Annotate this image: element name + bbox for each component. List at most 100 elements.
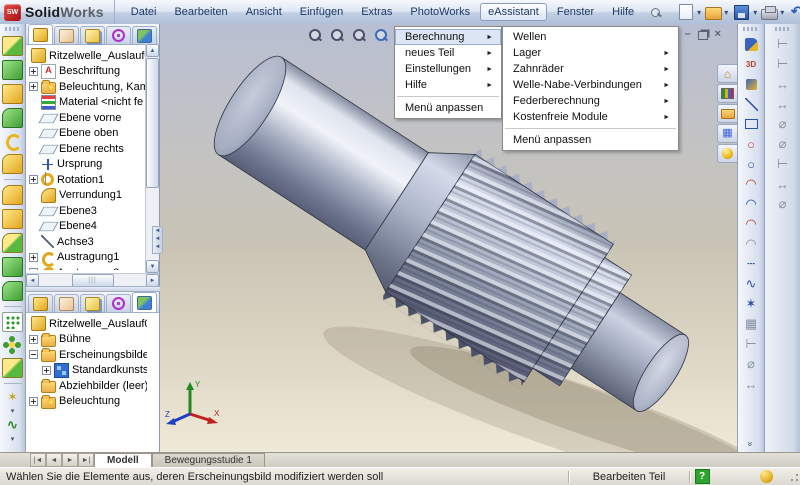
align-dimensions-icon[interactable]: ↔ [773, 175, 792, 194]
menu-photoworks[interactable]: PhotoWorks [402, 3, 478, 21]
tree-item-beschriftung[interactable]: ABeschriftung [29, 64, 147, 80]
display-tree-root[interactable]: Ritzelwelle_Auslauf04200 [29, 316, 147, 332]
baseline-dimension-icon[interactable]: ↔ [773, 75, 792, 94]
expand-toggle[interactable] [42, 366, 51, 375]
expand-toggle[interactable] [29, 175, 38, 184]
expand-toggle[interactable] [29, 397, 38, 406]
submenu-item-zahnraeder[interactable]: Zahnräder► [503, 61, 678, 77]
first-tab-button[interactable]: |◄ [30, 453, 46, 467]
tree-item-ebene-oben[interactable]: Ebene oben [29, 126, 147, 142]
smart-dimension-icon[interactable] [742, 75, 761, 94]
rotate-view-icon[interactable] [372, 27, 390, 43]
tree-item-ebene-rechts[interactable]: Ebene rechts [29, 141, 147, 157]
tree-horizontal-scrollbar[interactable]: ◄ ||| ► [26, 273, 159, 287]
fillet-icon[interactable] [2, 185, 23, 205]
mirror-icon[interactable] [2, 358, 23, 378]
toolbar-grip[interactable] [743, 27, 759, 31]
scroll-thumb[interactable] [146, 58, 159, 188]
line-icon[interactable] [742, 95, 761, 114]
tangent-arc-icon[interactable]: ◠ [742, 215, 761, 234]
menu-einfuegen[interactable]: Einfügen [292, 3, 351, 21]
scroll-down-button[interactable]: ▼ [146, 260, 159, 273]
toolbar-grip[interactable] [5, 27, 21, 31]
3d-sketch-icon[interactable]: 3D [742, 55, 761, 74]
circular-pattern-icon[interactable] [3, 336, 22, 354]
tree-item-abziehbilder[interactable]: Abziehbilder (leer) [29, 378, 147, 394]
tree-item-buehne[interactable]: Bühne [29, 332, 147, 348]
curve-caret-icon[interactable]: ▾ [11, 435, 15, 443]
centerline-icon[interactable]: ┄ [742, 255, 761, 274]
tree-item-achse3[interactable]: Achse3 [29, 234, 147, 250]
rib-icon[interactable] [2, 281, 23, 301]
linear-pattern-icon[interactable] [2, 312, 23, 332]
tree-item-ebene3[interactable]: Ebene3 [29, 203, 147, 219]
tree-item-erscheinungsbilder[interactable]: Erscheinungsbilder (S [29, 347, 147, 363]
doc-minimize-button[interactable]: – [684, 28, 690, 40]
save-icon[interactable] [734, 5, 749, 20]
vertical-ordinate-icon[interactable]: ⌀ [773, 135, 792, 154]
chamfer-dimension-icon[interactable]: ⊢ [773, 155, 792, 174]
tree-item-beleuchtung2[interactable]: Beleuchtung [29, 394, 147, 410]
reference-geometry-icon[interactable]: ✶ [3, 389, 22, 407]
new-caret-icon[interactable]: ▾ [697, 8, 701, 17]
revolved-boss-icon[interactable] [2, 84, 23, 104]
lofted-boss-icon[interactable] [2, 154, 23, 174]
menu-hilfe[interactable]: Hilfe [604, 3, 642, 21]
menu-fenster[interactable]: Fenster [549, 3, 602, 21]
tab-featuremanager-2[interactable] [28, 294, 53, 312]
tab-modell[interactable]: Modell [94, 453, 152, 467]
menu-item-menue-anpassen[interactable]: Menü anpassen [395, 100, 501, 116]
next-tab-button[interactable]: ► [62, 453, 78, 467]
print-caret-icon[interactable]: ▾ [780, 8, 784, 17]
convert-entities-icon[interactable]: ⌀ [742, 355, 761, 374]
new-document-icon[interactable] [679, 4, 693, 20]
sketch-fillet-icon[interactable]: ◠ [742, 235, 761, 254]
tab-solidworks-resources[interactable]: ⌂ [717, 64, 737, 83]
tab-propertymanager-2[interactable] [54, 294, 79, 312]
menu-extras[interactable]: Extras [353, 3, 400, 21]
submenu-item-welle-nabe[interactable]: Welle-Nabe-Verbindungen► [503, 77, 678, 93]
menu-datei[interactable]: Datei [123, 3, 165, 21]
submenu-item-federberechnung[interactable]: Federberechnung► [503, 93, 678, 109]
tab-design-library[interactable] [717, 84, 737, 103]
tab-propertymanager[interactable] [54, 26, 79, 44]
tab-custom-properties[interactable]: ▦ [717, 124, 737, 143]
centerpoint-arc-icon[interactable]: ◠ [742, 175, 761, 194]
tree-item-rotation1[interactable]: Rotation1 [29, 172, 147, 188]
ordinate-dimension-icon[interactable]: ↔ [773, 95, 792, 114]
tab-displaymanager-2[interactable] [132, 292, 157, 312]
point-icon[interactable]: ✶ [742, 295, 761, 314]
tree-item-austragung2[interactable]: Austragung2 [29, 265, 147, 270]
tree-item-ebene-vorne[interactable]: Ebene vorne [29, 110, 147, 126]
tab-file-explorer[interactable] [717, 104, 737, 123]
tree-root[interactable]: Ritzelwelle_Auslauf04 [29, 48, 147, 64]
revolved-cut-icon[interactable] [2, 108, 23, 128]
print-icon[interactable] [761, 9, 778, 20]
scroll-up-button[interactable]: ▲ [146, 44, 159, 57]
draft-icon[interactable] [2, 233, 23, 253]
zoom-in-out-icon[interactable] [350, 27, 368, 43]
horizontal-ordinate-icon[interactable]: ⌀ [773, 115, 792, 134]
menu-item-einstellungen[interactable]: Einstellungen► [395, 61, 501, 77]
extruded-cut-icon[interactable] [2, 60, 23, 80]
offset-entities-icon[interactable]: ↔ [742, 375, 761, 394]
rectangle-icon[interactable] [742, 115, 761, 134]
menu-item-hilfe[interactable]: Hilfe► [395, 77, 501, 93]
reference-geometry-caret-icon[interactable]: ▾ [11, 407, 15, 415]
hatch-icon[interactable]: ▦ [742, 315, 761, 334]
tree-item-material[interactable]: Material <nicht fe [29, 95, 147, 111]
menu-item-neues-teil[interactable]: neues Teil► [395, 45, 501, 61]
3-point-arc-icon[interactable]: ◠ [742, 195, 761, 214]
last-tab-button[interactable]: ►| [78, 453, 94, 467]
tab-featuremanager[interactable] [28, 24, 53, 44]
submenu-item-kostenfreie-module[interactable]: Kostenfreie Module► [503, 109, 678, 125]
collapse-toggle[interactable] [29, 350, 38, 359]
extruded-boss-icon[interactable] [2, 36, 23, 56]
spline-icon[interactable]: ∿ [742, 275, 761, 294]
zoom-area-icon[interactable] [328, 27, 346, 43]
expand-toggle[interactable] [29, 82, 38, 91]
tree-item-ebene4[interactable]: Ebene4 [29, 219, 147, 235]
tree-item-beleuchtung[interactable]: Beleuchtung, Kam [29, 79, 147, 95]
tab-dimxpertmanager-2[interactable] [106, 294, 131, 312]
chamfer-icon[interactable] [2, 209, 23, 229]
